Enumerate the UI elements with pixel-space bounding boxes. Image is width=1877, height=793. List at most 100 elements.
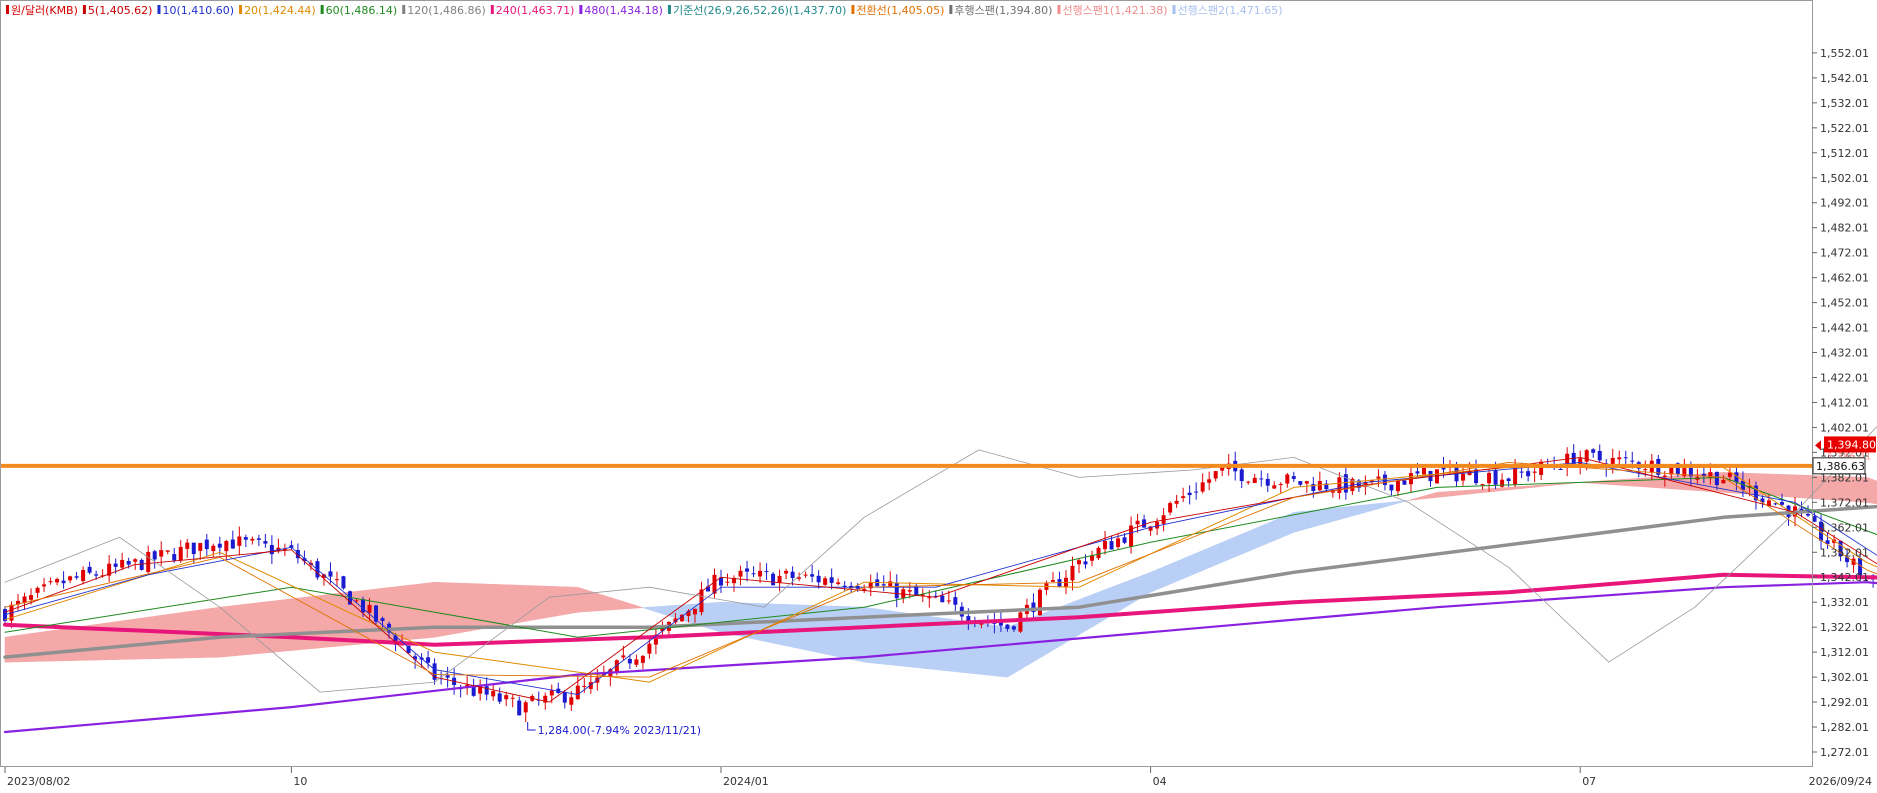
candle-body <box>823 578 827 585</box>
candle-body <box>159 550 163 556</box>
candle-body <box>1487 473 1491 483</box>
candle <box>1435 469 1439 483</box>
candle-body <box>328 571 332 576</box>
candle-body <box>576 686 580 700</box>
cloud-segment <box>1050 608 1057 652</box>
x-tick-label: 04 <box>1153 775 1167 788</box>
legend-item: 480(1,434.18) <box>579 4 663 17</box>
cloud-segment <box>1766 474 1773 496</box>
candle-body <box>133 559 137 561</box>
candle-body <box>1018 612 1022 631</box>
legend-swatch <box>579 5 582 14</box>
cloud-segment <box>1344 506 1351 518</box>
cloud-segment <box>513 585 520 623</box>
cloud-segment <box>227 606 234 657</box>
legend-label: 20(1,424.44) <box>244 4 316 17</box>
cloud-segment <box>299 597 306 650</box>
legend-swatch <box>157 5 160 14</box>
candle-body <box>192 543 196 554</box>
candle-body <box>1272 485 1276 488</box>
legend-item: 5(1,405.62) <box>83 4 153 17</box>
legend-label: 60(1,486.14) <box>326 4 398 17</box>
candle-body <box>1526 471 1530 476</box>
cloud-segment <box>1172 560 1179 583</box>
candle <box>341 576 345 590</box>
cloud-segment <box>1151 569 1158 592</box>
candle-body <box>1715 472 1719 485</box>
cloud-segment <box>277 600 284 652</box>
cloud-segment <box>614 598 621 609</box>
cloud-segment <box>1451 491 1458 496</box>
cloud-segment <box>1616 479 1623 485</box>
candle-body <box>49 581 53 582</box>
candle-body <box>1539 462 1543 475</box>
candle-body <box>1396 481 1400 492</box>
candle-body <box>1285 475 1289 484</box>
cloud-segment <box>1458 490 1465 495</box>
cloud-segment <box>671 605 678 618</box>
y-tick-label: 1,452.01 <box>1820 297 1869 310</box>
cloud-segment <box>836 606 843 657</box>
cloud-segment <box>1530 485 1537 487</box>
candle-body <box>1051 580 1055 582</box>
cloud-segment <box>1630 478 1637 486</box>
candle-body <box>231 540 235 549</box>
cloud-segment <box>141 617 148 659</box>
candle-body <box>94 574 98 575</box>
candle-body <box>511 698 515 699</box>
legend-item: 원/달러(KMB) <box>6 4 78 17</box>
candle-body <box>1663 476 1667 477</box>
candle-body <box>1077 560 1081 564</box>
candle-body <box>1246 482 1250 483</box>
cloud-segment <box>535 586 542 620</box>
legend-item: 120(1,486.86) <box>402 4 486 17</box>
candle-body <box>1214 471 1218 478</box>
cloud-segment <box>1358 505 1365 514</box>
candle-body <box>1318 481 1322 490</box>
cloud-segment <box>1487 488 1494 492</box>
candle-body <box>1253 478 1257 483</box>
candle-body <box>127 561 131 564</box>
low-label: 1,284.00(-7.94% 2023/11/21) <box>538 724 701 737</box>
y-tick-label: 1,442.01 <box>1820 322 1869 335</box>
legend-swatch <box>668 5 671 14</box>
chart-canvas: 원/달러(KMB)5(1,405.62)10(1,410.60)20(1,424… <box>0 0 1877 789</box>
candle-body <box>745 568 749 571</box>
candle-body <box>758 571 762 577</box>
cloud-segment <box>1516 486 1523 489</box>
cloud-segment <box>843 606 850 659</box>
candle-body <box>1103 541 1107 549</box>
candle-body <box>166 550 170 551</box>
cloud-segment <box>1330 508 1337 522</box>
cloud-segment <box>714 602 721 632</box>
candle-body <box>1292 476 1296 479</box>
candle-body <box>62 581 66 584</box>
candle-body <box>1624 457 1628 458</box>
candle-body <box>1188 493 1192 495</box>
cloud-segment <box>1179 557 1186 580</box>
candle-body <box>1084 561 1088 564</box>
x-tick-label: 2024/01 <box>723 775 769 788</box>
cloud-segment <box>599 594 606 611</box>
candle-body <box>804 575 808 576</box>
y-tick-label: 1,552.01 <box>1820 47 1869 60</box>
candle-body <box>791 572 795 578</box>
candle-body <box>836 582 840 584</box>
cloud-segment <box>41 631 48 661</box>
cloud-segment <box>1322 509 1329 525</box>
cloud-segment <box>34 632 41 661</box>
legend-label: 기준선(26,9,26,52,26)(1,437.70) <box>673 4 846 17</box>
legend-label: 후행스팬(1,394.80) <box>954 4 1052 17</box>
cloud-segment <box>1774 474 1781 496</box>
cloud-segment <box>427 582 434 638</box>
cloud-segment <box>1244 530 1251 553</box>
legend-swatch <box>321 5 324 14</box>
cloud-segment <box>606 596 613 610</box>
candle-body <box>784 571 788 574</box>
y-tick-label: 1,512.01 <box>1820 147 1869 160</box>
cloud-segment <box>177 612 184 658</box>
candle-body <box>335 579 339 580</box>
candle-body <box>237 537 241 546</box>
candle-body <box>368 605 372 613</box>
candle-body <box>1194 492 1198 493</box>
